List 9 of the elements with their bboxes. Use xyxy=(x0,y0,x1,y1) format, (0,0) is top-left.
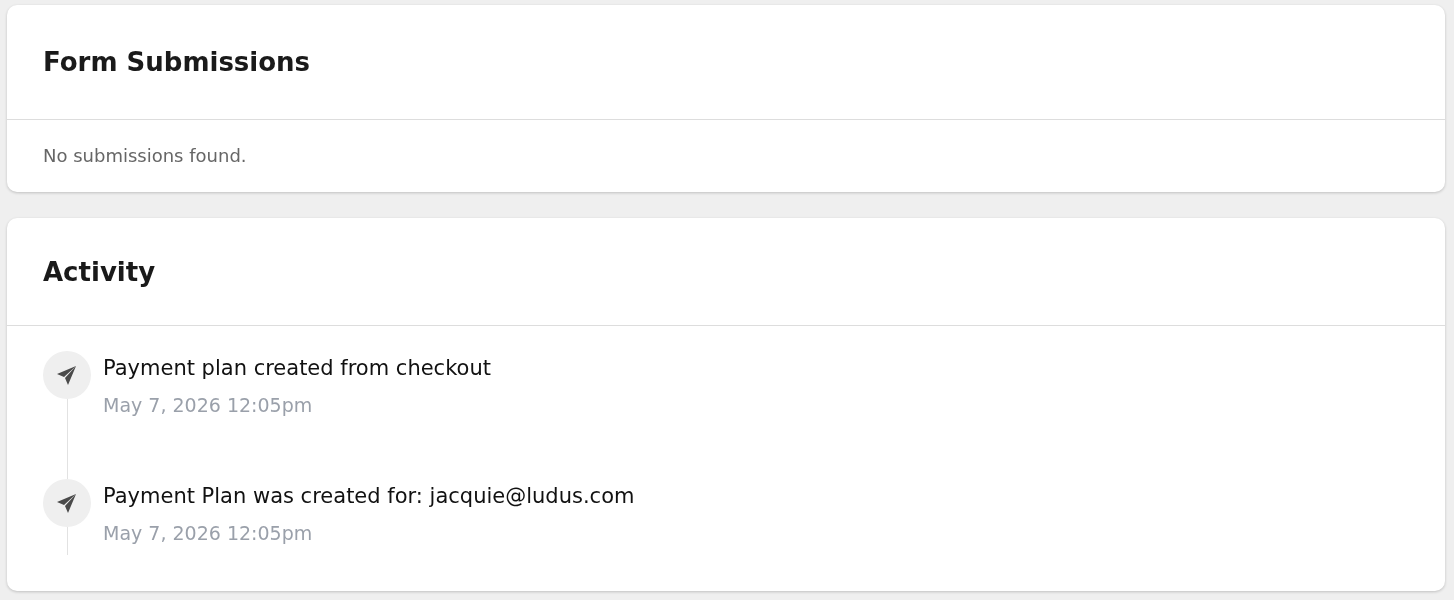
activity-text: Payment plan created from checkout xyxy=(103,356,491,380)
paper-plane-icon xyxy=(43,351,91,399)
activity-time: May 7, 2026 12:05pm xyxy=(103,522,314,544)
activity-text: Payment Plan was created for: jacquie@ludus.com xyxy=(103,484,635,508)
empty-message: No submissions found. xyxy=(43,145,248,166)
paper-plane-icon xyxy=(43,479,91,527)
card-title: Activity xyxy=(43,256,156,287)
activity-time: May 7, 2026 12:05pm xyxy=(103,394,314,416)
card-title: Form Submissions xyxy=(43,47,311,77)
